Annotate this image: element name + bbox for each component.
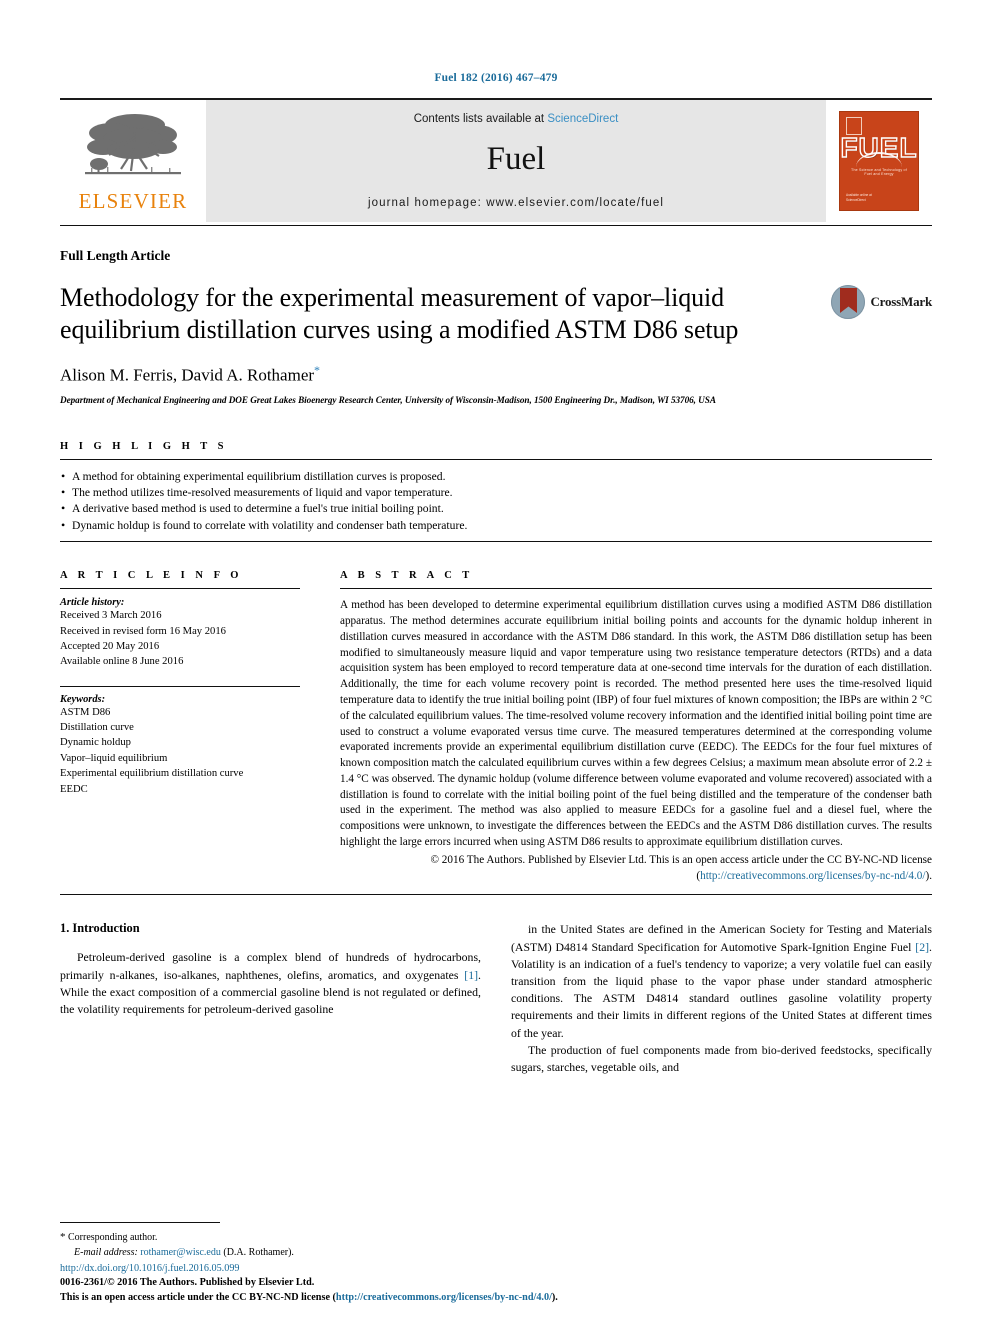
open-access-line: This is an open access article under the…	[60, 1291, 932, 1305]
abstract-bottom-rule	[60, 894, 932, 896]
history-item: Received in revised form 16 May 2016	[60, 625, 226, 637]
abstract-heading: A B S T R A C T	[340, 570, 474, 582]
abstract-copyright: © 2016 The Authors. Published by Elsevie…	[340, 853, 933, 885]
contents-available-line: Contents lists available at ScienceDirec…	[414, 113, 619, 125]
paper-page: Fuel 182 (2016) 467–479 ELSEVIER Content…	[0, 0, 992, 1323]
keyword-item: Dynamic holdup	[60, 737, 131, 749]
footnote-email-line: E-mail address: rothamer@wisc.edu (D.A. …	[60, 1245, 480, 1260]
section-heading-introduction: 1. Introduction	[60, 921, 140, 936]
issn-copyright-line: 0016-2361/© 2016 The Authors. Published …	[60, 1277, 315, 1289]
keyword-item: Vapor–liquid equilibrium	[60, 752, 168, 764]
history-item: Accepted 20 May 2016	[60, 641, 160, 653]
author-list: Alison M. Ferris, David A. Rothamer*	[60, 363, 932, 386]
list-item: The method utilizes time-resolved measur…	[60, 484, 932, 502]
journal-title: Fuel	[486, 141, 546, 177]
intro-paragraph-right-2: The production of fuel components made f…	[511, 1042, 932, 1075]
open-access-suffix: ).	[551, 1291, 558, 1303]
highlights-top-rule	[60, 458, 932, 460]
author-names: Alison M. Ferris, David A. Rothamer	[60, 365, 315, 385]
article-history-label: Article history:	[60, 597, 125, 609]
doi-link[interactable]: http://dx.doi.org/10.1016/j.fuel.2016.05…	[60, 1262, 932, 1276]
copyright-line-2-suffix: ).	[925, 869, 932, 882]
cover-subtitle: The Science and Technology of Fuel and E…	[851, 168, 907, 176]
body-right-column: in the United States are defined in the …	[511, 921, 932, 1076]
footer-license-link[interactable]: http://creativecommons.org/licenses/by-n…	[336, 1292, 552, 1303]
copyright-line-1: © 2016 The Authors. Published by Elsevie…	[430, 853, 899, 866]
contents-prefix: Contents lists available at	[413, 113, 548, 125]
elsevier-tree-icon	[81, 109, 185, 188]
list-item: A derivative based method is used to det…	[60, 500, 932, 518]
keyword-item: Experimental equilibrium distillation cu…	[60, 768, 244, 780]
keyword-item: Distillation curve	[60, 722, 134, 734]
article-type: Full Length Article	[60, 248, 171, 263]
email-owner: (D.A. Rothamer).	[223, 1247, 294, 1258]
page-footer: http://dx.doi.org/10.1016/j.fuel.2016.05…	[60, 1262, 932, 1305]
article-info-column: A R T I C L E I N F O Article history: R…	[60, 570, 300, 884]
crossmark-label: CrossMark	[870, 294, 932, 309]
abstract-column: A B S T R A C T A method has been develo…	[340, 570, 932, 884]
open-access-prefix: This is an open access article under the…	[60, 1291, 336, 1303]
sciencedirect-link[interactable]: ScienceDirect	[547, 113, 618, 125]
intro-paragraph-right-1: in the United States are defined in the …	[511, 922, 932, 1040]
abstract-rule	[340, 588, 932, 590]
masthead-bottom-rule	[60, 225, 932, 226]
journal-homepage-link[interactable]: journal homepage: www.elsevier.com/locat…	[368, 197, 664, 209]
cover-footer-text: Available online at ScienceDirect	[846, 193, 872, 203]
journal-cover-area: FUEL The Science and Technology of Fuel …	[826, 100, 932, 222]
highlights-list: A method for obtaining experimental equi…	[60, 467, 932, 535]
affiliation: Department of Mechanical Engineering and…	[60, 394, 716, 405]
intro-paragraph-left: Petroleum-derived gasoline is a complex …	[60, 950, 481, 1017]
citation-link[interactable]: [2]	[915, 940, 929, 954]
elsevier-logo-area: ELSEVIER	[60, 100, 206, 222]
crossmark-badge[interactable]: CrossMark	[831, 285, 932, 319]
list-item: Dynamic holdup is found to correlate wit…	[60, 517, 932, 535]
page-title: Methodology for the experimental measure…	[60, 283, 739, 344]
body-left-column: 1. Introduction Petroleum-derived gasoli…	[60, 921, 481, 1076]
highlights-heading: H I G H L I G H T S	[60, 440, 228, 452]
journal-masthead: ELSEVIER Contents lists available at Sci…	[60, 98, 932, 226]
article-info-heading: A R T I C L E I N F O	[60, 570, 243, 582]
list-item: A method for obtaining experimental equi…	[60, 467, 932, 485]
body-columns: 1. Introduction Petroleum-derived gasoli…	[60, 921, 932, 1076]
email-label: E-mail address:	[74, 1247, 138, 1258]
crossmark-icon	[831, 285, 866, 319]
footnote-star-marker: *	[60, 1230, 66, 1243]
footnote-corresponding-line: * Corresponding author.	[60, 1229, 480, 1246]
corresponding-author-marker: *	[314, 362, 321, 377]
keywords-rule	[60, 685, 300, 687]
keyword-item: ASTM D86	[60, 706, 111, 718]
running-head: Fuel 182 (2016) 467–479	[434, 72, 558, 84]
email-link[interactable]: rothamer@wisc.edu	[140, 1247, 221, 1258]
history-item: Available online 8 June 2016	[60, 656, 184, 668]
history-item: Received 3 March 2016	[60, 610, 162, 622]
footnote-corresponding-text: Corresponding author.	[68, 1231, 158, 1243]
corresponding-author-footnote: * Corresponding author. E-mail address: …	[60, 1221, 480, 1261]
footnote-rule	[60, 1221, 220, 1223]
license-link[interactable]: http://creativecommons.org/licenses/by-n…	[700, 870, 925, 882]
elsevier-wordmark: ELSEVIER	[78, 188, 188, 213]
masthead-center: Contents lists available at ScienceDirec…	[206, 100, 826, 222]
journal-cover-image: FUEL The Science and Technology of Fuel …	[839, 111, 919, 211]
abstract-body: A method has been developed to determine…	[340, 599, 932, 849]
keywords-label: Keywords:	[60, 693, 106, 705]
keyword-item: EEDC	[60, 783, 88, 795]
info-abstract-block: A R T I C L E I N F O Article history: R…	[60, 570, 932, 884]
article-info-rule	[60, 588, 300, 590]
highlights-section: H I G H L I G H T S A method for obtaini…	[60, 441, 932, 543]
highlights-bottom-rule	[60, 541, 932, 543]
citation-link[interactable]: [1]	[464, 968, 478, 982]
